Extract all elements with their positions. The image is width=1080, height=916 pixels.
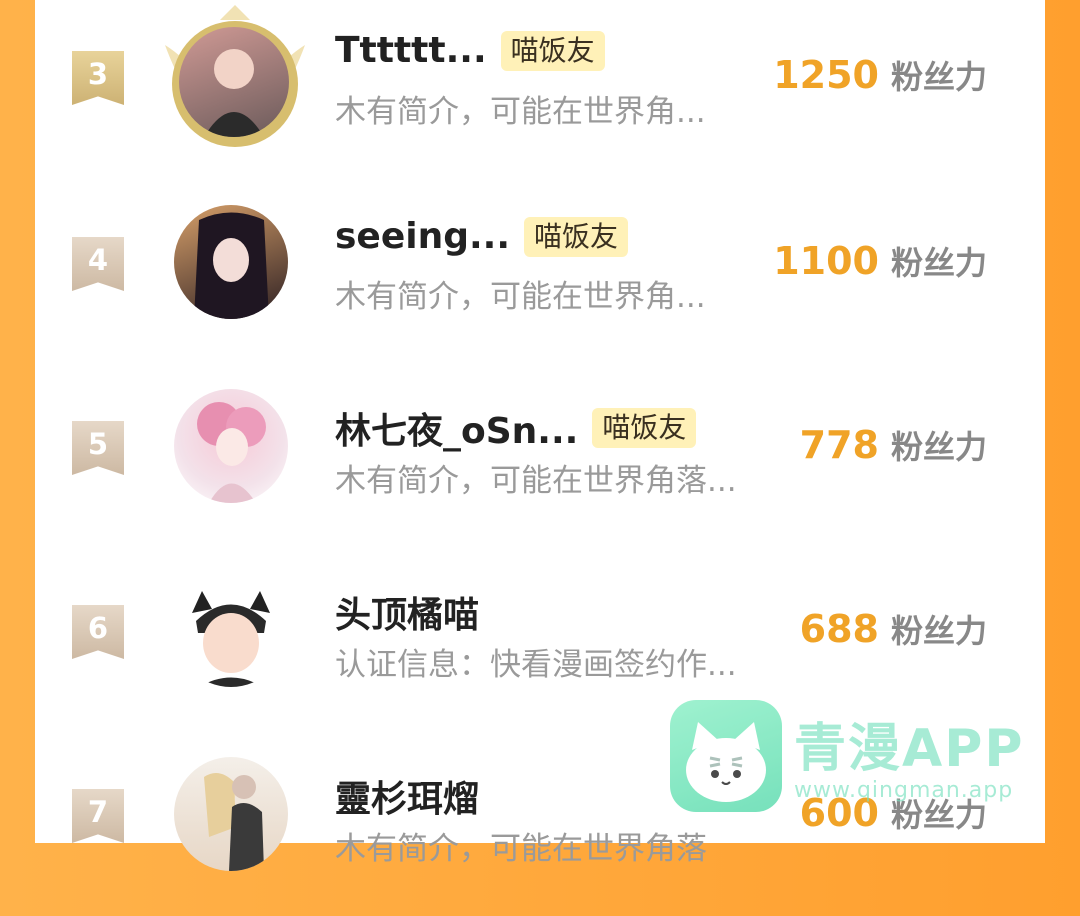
user-name-text: Tttttt... — [335, 30, 487, 71]
avatar-figure-icon — [204, 773, 264, 871]
fan-level-badge: 喵饭友 — [524, 216, 629, 257]
watermark: 青漫APP www.qingman.app — [670, 700, 1030, 815]
rank-badge: 4 — [72, 237, 124, 291]
avatar[interactable] — [174, 757, 288, 871]
fan-power-value: 688 — [799, 607, 879, 651]
user-name[interactable]: Tttttt... 喵饭友 — [335, 30, 605, 71]
fan-level-badge: 喵饭友 — [500, 30, 605, 71]
avatar-figure-icon — [194, 212, 269, 319]
user-intro: 木有简介，可能在世界角... — [335, 279, 706, 315]
rank-badge: 5 — [72, 421, 124, 475]
fan-row-3[interactable]: 3 Tttttt... 喵饭友 木有简介，可能在世界角... 1250 粉丝力 — [35, 0, 1045, 180]
fan-level-badge: 喵饭友 — [592, 408, 697, 448]
fan-power-value: 778 — [799, 423, 879, 467]
user-intro: 木有简介，可能在世界角落 — [335, 831, 707, 867]
fan-power: 778 粉丝力 — [800, 422, 987, 468]
fan-power: 1100 粉丝力 — [773, 238, 987, 284]
avatar-figure-icon — [197, 402, 266, 503]
fan-power: 1250 粉丝力 — [773, 52, 987, 98]
user-name-text: seeing... — [335, 216, 511, 257]
avatar[interactable] — [174, 573, 288, 687]
fan-power-value: 1100 — [773, 239, 879, 283]
user-name[interactable]: 头顶橘喵 — [335, 586, 479, 638]
user-intro: 木有简介，可能在世界角落... — [335, 463, 737, 499]
fan-power-unit: 粉丝力 — [890, 428, 987, 466]
user-intro: 木有简介，可能在世界角... — [335, 94, 706, 130]
avatar[interactable] — [179, 27, 289, 137]
fan-row-4[interactable]: 4 seeing... 喵饭友 木有简介，可能在世界角... 1100 粉丝力 — [35, 184, 1045, 364]
fan-power-value: 1250 — [773, 53, 879, 97]
user-name-text: 林七夜_oSn... — [335, 411, 579, 452]
fan-row-5[interactable]: 5 林七夜_oSn... 喵饭友 木有简介，可能在世界角落... 778 粉丝力 — [35, 368, 1045, 548]
user-intro: 认证信息：快看漫画签约作... — [335, 647, 737, 683]
fan-power: 688 粉丝力 — [800, 606, 987, 652]
user-name[interactable]: 靈杉珥熘 — [335, 770, 479, 822]
avatar-figure-icon — [204, 49, 264, 137]
fan-power-unit: 粉丝力 — [890, 58, 987, 96]
watermark-title: 青漫APP — [794, 719, 1025, 779]
user-name[interactable]: 林七夜_oSn... 喵饭友 — [335, 402, 697, 454]
fan-power-unit: 粉丝力 — [890, 244, 987, 282]
user-name-text: 头顶橘喵 — [335, 595, 480, 636]
avatar-figure-icon — [192, 591, 270, 687]
fan-power-unit: 粉丝力 — [890, 612, 987, 650]
user-name-text: 靈杉珥熘 — [335, 779, 480, 820]
rank-badge: 3 — [72, 51, 124, 105]
rank-badge: 7 — [72, 789, 124, 843]
avatar[interactable] — [174, 205, 288, 319]
cat-logo-icon — [670, 700, 782, 812]
rank-badge: 6 — [72, 605, 124, 659]
avatar[interactable] — [174, 389, 288, 503]
watermark-url: www.qingman.app — [794, 778, 1014, 803]
user-name[interactable]: seeing... 喵饭友 — [335, 216, 629, 257]
